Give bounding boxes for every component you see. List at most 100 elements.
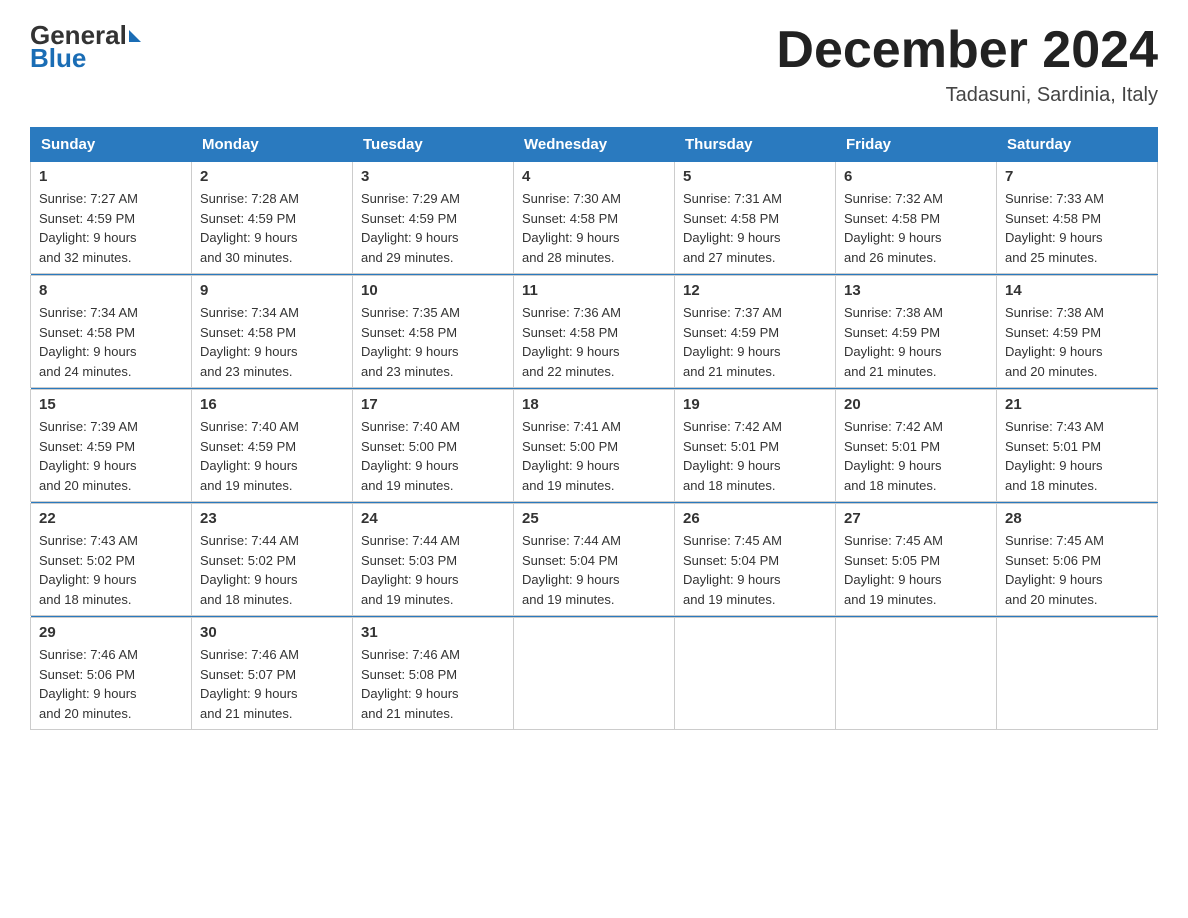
day-number: 6 — [844, 168, 988, 185]
table-row: 10 Sunrise: 7:35 AMSunset: 4:58 PMDaylig… — [353, 276, 514, 388]
table-row: 12 Sunrise: 7:37 AMSunset: 4:59 PMDaylig… — [675, 276, 836, 388]
day-info: Sunrise: 7:43 AMSunset: 5:01 PMDaylight:… — [1005, 417, 1149, 495]
col-friday: Friday — [836, 128, 997, 162]
table-row: 25 Sunrise: 7:44 AMSunset: 5:04 PMDaylig… — [514, 504, 675, 616]
day-info: Sunrise: 7:42 AMSunset: 5:01 PMDaylight:… — [683, 417, 827, 495]
day-number: 10 — [361, 282, 505, 299]
day-number: 24 — [361, 510, 505, 527]
day-number: 12 — [683, 282, 827, 299]
col-saturday: Saturday — [997, 128, 1158, 162]
table-row: 22 Sunrise: 7:43 AMSunset: 5:02 PMDaylig… — [31, 504, 192, 616]
calendar-week-row: 22 Sunrise: 7:43 AMSunset: 5:02 PMDaylig… — [31, 504, 1158, 616]
table-row: 3 Sunrise: 7:29 AMSunset: 4:59 PMDayligh… — [353, 162, 514, 274]
table-row: 1 Sunrise: 7:27 AMSunset: 4:59 PMDayligh… — [31, 162, 192, 274]
day-info: Sunrise: 7:32 AMSunset: 4:58 PMDaylight:… — [844, 189, 988, 267]
table-row: 30 Sunrise: 7:46 AMSunset: 5:07 PMDaylig… — [192, 618, 353, 730]
day-number: 17 — [361, 396, 505, 413]
col-tuesday: Tuesday — [353, 128, 514, 162]
day-info: Sunrise: 7:45 AMSunset: 5:06 PMDaylight:… — [1005, 531, 1149, 609]
day-number: 26 — [683, 510, 827, 527]
table-row: 8 Sunrise: 7:34 AMSunset: 4:58 PMDayligh… — [31, 276, 192, 388]
col-monday: Monday — [192, 128, 353, 162]
day-info: Sunrise: 7:35 AMSunset: 4:58 PMDaylight:… — [361, 303, 505, 381]
location-text: Tadasuni, Sardinia, Italy — [776, 84, 1158, 107]
table-row: 13 Sunrise: 7:38 AMSunset: 4:59 PMDaylig… — [836, 276, 997, 388]
day-info: Sunrise: 7:34 AMSunset: 4:58 PMDaylight:… — [200, 303, 344, 381]
day-info: Sunrise: 7:36 AMSunset: 4:58 PMDaylight:… — [522, 303, 666, 381]
day-number: 1 — [39, 168, 183, 185]
day-number: 2 — [200, 168, 344, 185]
title-block: December 2024 Tadasuni, Sardinia, Italy — [776, 20, 1158, 107]
day-number: 8 — [39, 282, 183, 299]
day-number: 14 — [1005, 282, 1149, 299]
table-row: 20 Sunrise: 7:42 AMSunset: 5:01 PMDaylig… — [836, 390, 997, 502]
day-number: 22 — [39, 510, 183, 527]
table-row: 5 Sunrise: 7:31 AMSunset: 4:58 PMDayligh… — [675, 162, 836, 274]
day-number: 28 — [1005, 510, 1149, 527]
calendar-header-row: Sunday Monday Tuesday Wednesday Thursday… — [31, 128, 1158, 162]
table-row — [997, 618, 1158, 730]
day-info: Sunrise: 7:28 AMSunset: 4:59 PMDaylight:… — [200, 189, 344, 267]
table-row: 23 Sunrise: 7:44 AMSunset: 5:02 PMDaylig… — [192, 504, 353, 616]
calendar-week-row: 15 Sunrise: 7:39 AMSunset: 4:59 PMDaylig… — [31, 390, 1158, 502]
day-number: 30 — [200, 624, 344, 641]
table-row: 24 Sunrise: 7:44 AMSunset: 5:03 PMDaylig… — [353, 504, 514, 616]
day-number: 25 — [522, 510, 666, 527]
day-info: Sunrise: 7:43 AMSunset: 5:02 PMDaylight:… — [39, 531, 183, 609]
table-row: 26 Sunrise: 7:45 AMSunset: 5:04 PMDaylig… — [675, 504, 836, 616]
table-row: 21 Sunrise: 7:43 AMSunset: 5:01 PMDaylig… — [997, 390, 1158, 502]
col-sunday: Sunday — [31, 128, 192, 162]
day-number: 7 — [1005, 168, 1149, 185]
table-row: 29 Sunrise: 7:46 AMSunset: 5:06 PMDaylig… — [31, 618, 192, 730]
table-row: 16 Sunrise: 7:40 AMSunset: 4:59 PMDaylig… — [192, 390, 353, 502]
table-row: 15 Sunrise: 7:39 AMSunset: 4:59 PMDaylig… — [31, 390, 192, 502]
day-info: Sunrise: 7:39 AMSunset: 4:59 PMDaylight:… — [39, 417, 183, 495]
day-number: 4 — [522, 168, 666, 185]
day-info: Sunrise: 7:31 AMSunset: 4:58 PMDaylight:… — [683, 189, 827, 267]
table-row — [514, 618, 675, 730]
table-row: 27 Sunrise: 7:45 AMSunset: 5:05 PMDaylig… — [836, 504, 997, 616]
table-row: 11 Sunrise: 7:36 AMSunset: 4:58 PMDaylig… — [514, 276, 675, 388]
day-number: 19 — [683, 396, 827, 413]
table-row: 6 Sunrise: 7:32 AMSunset: 4:58 PMDayligh… — [836, 162, 997, 274]
calendar-week-row: 8 Sunrise: 7:34 AMSunset: 4:58 PMDayligh… — [31, 276, 1158, 388]
day-info: Sunrise: 7:44 AMSunset: 5:03 PMDaylight:… — [361, 531, 505, 609]
table-row: 9 Sunrise: 7:34 AMSunset: 4:58 PMDayligh… — [192, 276, 353, 388]
month-title: December 2024 — [776, 20, 1158, 80]
day-info: Sunrise: 7:40 AMSunset: 4:59 PMDaylight:… — [200, 417, 344, 495]
table-row: 19 Sunrise: 7:42 AMSunset: 5:01 PMDaylig… — [675, 390, 836, 502]
logo-blue-text: Blue — [30, 43, 86, 74]
table-row: 28 Sunrise: 7:45 AMSunset: 5:06 PMDaylig… — [997, 504, 1158, 616]
calendar-table: Sunday Monday Tuesday Wednesday Thursday… — [30, 127, 1158, 730]
logo: General Blue — [30, 20, 143, 74]
day-number: 11 — [522, 282, 666, 299]
day-info: Sunrise: 7:38 AMSunset: 4:59 PMDaylight:… — [1005, 303, 1149, 381]
day-info: Sunrise: 7:42 AMSunset: 5:01 PMDaylight:… — [844, 417, 988, 495]
day-info: Sunrise: 7:30 AMSunset: 4:58 PMDaylight:… — [522, 189, 666, 267]
day-number: 5 — [683, 168, 827, 185]
day-info: Sunrise: 7:44 AMSunset: 5:04 PMDaylight:… — [522, 531, 666, 609]
table-row: 17 Sunrise: 7:40 AMSunset: 5:00 PMDaylig… — [353, 390, 514, 502]
day-number: 21 — [1005, 396, 1149, 413]
day-number: 27 — [844, 510, 988, 527]
day-number: 3 — [361, 168, 505, 185]
logo-arrow-icon — [129, 30, 141, 42]
table-row: 18 Sunrise: 7:41 AMSunset: 5:00 PMDaylig… — [514, 390, 675, 502]
day-info: Sunrise: 7:46 AMSunset: 5:06 PMDaylight:… — [39, 645, 183, 723]
calendar-week-row: 29 Sunrise: 7:46 AMSunset: 5:06 PMDaylig… — [31, 618, 1158, 730]
day-number: 23 — [200, 510, 344, 527]
table-row: 7 Sunrise: 7:33 AMSunset: 4:58 PMDayligh… — [997, 162, 1158, 274]
day-info: Sunrise: 7:46 AMSunset: 5:07 PMDaylight:… — [200, 645, 344, 723]
day-info: Sunrise: 7:33 AMSunset: 4:58 PMDaylight:… — [1005, 189, 1149, 267]
day-number: 15 — [39, 396, 183, 413]
day-info: Sunrise: 7:45 AMSunset: 5:04 PMDaylight:… — [683, 531, 827, 609]
day-info: Sunrise: 7:44 AMSunset: 5:02 PMDaylight:… — [200, 531, 344, 609]
day-number: 9 — [200, 282, 344, 299]
day-number: 20 — [844, 396, 988, 413]
day-info: Sunrise: 7:34 AMSunset: 4:58 PMDaylight:… — [39, 303, 183, 381]
col-thursday: Thursday — [675, 128, 836, 162]
day-number: 13 — [844, 282, 988, 299]
table-row: 31 Sunrise: 7:46 AMSunset: 5:08 PMDaylig… — [353, 618, 514, 730]
day-number: 18 — [522, 396, 666, 413]
table-row — [675, 618, 836, 730]
